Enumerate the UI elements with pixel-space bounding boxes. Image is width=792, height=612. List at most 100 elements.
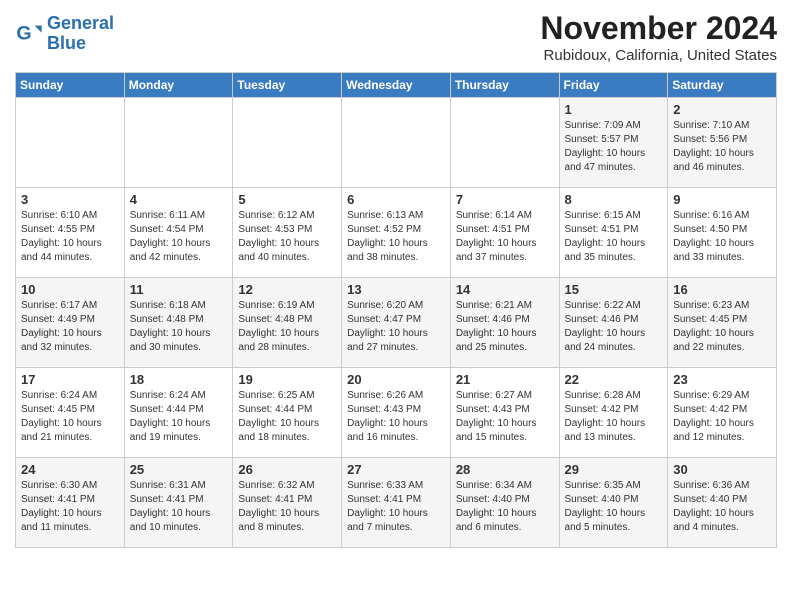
calendar-week: 10Sunrise: 6:17 AMSunset: 4:49 PMDayligh… bbox=[16, 278, 777, 368]
calendar-cell bbox=[16, 98, 125, 188]
day-number: 12 bbox=[238, 282, 336, 297]
calendar-cell: 26 Sunrise: 6:32 AMSunset: 4:41 PMDayligh… bbox=[233, 458, 342, 548]
day-number: 20 bbox=[347, 372, 445, 387]
page-header: G General Blue November 2024 Rubidoux, C… bbox=[15, 10, 777, 64]
calendar-body: 1Sunrise: 7:09 AMSunset: 5:57 PMDaylight… bbox=[16, 98, 777, 548]
cell-content: Sunrise: 6:36 AMSunset: 4:40 PMDaylight:… bbox=[673, 479, 771, 535]
calendar-cell: 22 Sunrise: 6:28 AMSunset: 4:42 PMDayligh… bbox=[559, 368, 668, 458]
calendar-cell: 10Sunrise: 6:17 AMSunset: 4:49 PMDayligh… bbox=[16, 278, 125, 368]
calendar-cell: 24 Sunrise: 6:30 AMSunset: 4:41 PMDayligh… bbox=[16, 458, 125, 548]
cell-content: Sunrise: 6:24 AMSunset: 4:44 PMDaylight:… bbox=[130, 389, 228, 445]
calendar-cell: 4 Sunrise: 6:11 AMSunset: 4:54 PMDaylight… bbox=[124, 188, 233, 278]
day-number: 30 bbox=[673, 462, 771, 477]
logo: G General Blue bbox=[15, 14, 114, 54]
day-header: Sunday bbox=[16, 73, 125, 98]
cell-content: Sunrise: 6:24 AMSunset: 4:45 PMDaylight:… bbox=[21, 389, 119, 445]
calendar-cell: 28 Sunrise: 6:34 AMSunset: 4:40 PMDayligh… bbox=[450, 458, 559, 548]
cell-content: Sunrise: 6:27 AMSunset: 4:43 PMDaylight:… bbox=[456, 389, 554, 445]
cell-content: Sunrise: 7:10 AMSunset: 5:56 PMDaylight:… bbox=[673, 119, 771, 175]
calendar-cell: 21 Sunrise: 6:27 AMSunset: 4:43 PMDayligh… bbox=[450, 368, 559, 458]
day-number: 7 bbox=[456, 192, 554, 207]
calendar-cell: 13 Sunrise: 6:20 AMSunset: 4:47 PMDayligh… bbox=[342, 278, 451, 368]
day-number: 10 bbox=[21, 282, 119, 297]
day-number: 25 bbox=[130, 462, 228, 477]
calendar-cell bbox=[233, 98, 342, 188]
day-number: 29 bbox=[565, 462, 663, 477]
calendar-week: 3 Sunrise: 6:10 AMSunset: 4:55 PMDaylight… bbox=[16, 188, 777, 278]
cell-content: Sunrise: 6:20 AMSunset: 4:47 PMDaylight:… bbox=[347, 299, 445, 355]
day-number: 15 bbox=[565, 282, 663, 297]
day-number: 22 bbox=[565, 372, 663, 387]
calendar-table: SundayMondayTuesdayWednesdayThursdayFrid… bbox=[15, 72, 777, 548]
calendar-cell: 16Sunrise: 6:23 AMSunset: 4:45 PMDayligh… bbox=[668, 278, 777, 368]
title-block: November 2024 Rubidoux, California, Unit… bbox=[540, 10, 777, 64]
cell-content: Sunrise: 6:33 AMSunset: 4:41 PMDaylight:… bbox=[347, 479, 445, 535]
calendar-cell: 6 Sunrise: 6:13 AMSunset: 4:52 PMDaylight… bbox=[342, 188, 451, 278]
day-number: 11 bbox=[130, 282, 228, 297]
calendar-cell: 23Sunrise: 6:29 AMSunset: 4:42 PMDayligh… bbox=[668, 368, 777, 458]
day-number: 14 bbox=[456, 282, 554, 297]
day-number: 4 bbox=[130, 192, 228, 207]
calendar-cell: 7 Sunrise: 6:14 AMSunset: 4:51 PMDaylight… bbox=[450, 188, 559, 278]
day-header: Friday bbox=[559, 73, 668, 98]
day-header: Thursday bbox=[450, 73, 559, 98]
calendar-header: SundayMondayTuesdayWednesdayThursdayFrid… bbox=[16, 73, 777, 98]
day-number: 9 bbox=[673, 192, 771, 207]
day-number: 8 bbox=[565, 192, 663, 207]
day-number: 3 bbox=[21, 192, 119, 207]
calendar-cell: 5 Sunrise: 6:12 AMSunset: 4:53 PMDaylight… bbox=[233, 188, 342, 278]
day-header: Tuesday bbox=[233, 73, 342, 98]
cell-content: Sunrise: 6:30 AMSunset: 4:41 PMDaylight:… bbox=[21, 479, 119, 535]
day-number: 28 bbox=[456, 462, 554, 477]
calendar-cell: 11Sunrise: 6:18 AMSunset: 4:48 PMDayligh… bbox=[124, 278, 233, 368]
calendar-cell: 14Sunrise: 6:21 AMSunset: 4:46 PMDayligh… bbox=[450, 278, 559, 368]
day-number: 19 bbox=[238, 372, 336, 387]
location: Rubidoux, California, United States bbox=[540, 47, 777, 64]
svg-text:G: G bbox=[16, 22, 31, 44]
calendar-cell: 25 Sunrise: 6:31 AMSunset: 4:41 PMDayligh… bbox=[124, 458, 233, 548]
calendar-cell: 15 Sunrise: 6:22 AMSunset: 4:46 PMDayligh… bbox=[559, 278, 668, 368]
calendar-week: 24 Sunrise: 6:30 AMSunset: 4:41 PMDayligh… bbox=[16, 458, 777, 548]
cell-content: Sunrise: 6:11 AMSunset: 4:54 PMDaylight:… bbox=[130, 209, 228, 265]
day-number: 17 bbox=[21, 372, 119, 387]
calendar-week: 17 Sunrise: 6:24 AMSunset: 4:45 PMDayligh… bbox=[16, 368, 777, 458]
day-number: 26 bbox=[238, 462, 336, 477]
day-header: Monday bbox=[124, 73, 233, 98]
cell-content: Sunrise: 7:09 AMSunset: 5:57 PMDaylight:… bbox=[565, 119, 663, 175]
cell-content: Sunrise: 6:25 AMSunset: 4:44 PMDaylight:… bbox=[238, 389, 336, 445]
calendar-week: 1Sunrise: 7:09 AMSunset: 5:57 PMDaylight… bbox=[16, 98, 777, 188]
month-title: November 2024 bbox=[540, 10, 777, 47]
cell-content: Sunrise: 6:22 AMSunset: 4:46 PMDaylight:… bbox=[565, 299, 663, 355]
cell-content: Sunrise: 6:15 AMSunset: 4:51 PMDaylight:… bbox=[565, 209, 663, 265]
cell-content: Sunrise: 6:12 AMSunset: 4:53 PMDaylight:… bbox=[238, 209, 336, 265]
cell-content: Sunrise: 6:13 AMSunset: 4:52 PMDaylight:… bbox=[347, 209, 445, 265]
calendar-cell: 27Sunrise: 6:33 AMSunset: 4:41 PMDayligh… bbox=[342, 458, 451, 548]
cell-content: Sunrise: 6:16 AMSunset: 4:50 PMDaylight:… bbox=[673, 209, 771, 265]
day-number: 5 bbox=[238, 192, 336, 207]
cell-content: Sunrise: 6:31 AMSunset: 4:41 PMDaylight:… bbox=[130, 479, 228, 535]
calendar-cell: 18Sunrise: 6:24 AMSunset: 4:44 PMDayligh… bbox=[124, 368, 233, 458]
day-header: Saturday bbox=[668, 73, 777, 98]
logo-text: General Blue bbox=[47, 14, 114, 54]
calendar-cell bbox=[450, 98, 559, 188]
calendar-cell: 2 Sunrise: 7:10 AMSunset: 5:56 PMDaylight… bbox=[668, 98, 777, 188]
calendar-cell: 29 Sunrise: 6:35 AMSunset: 4:40 PMDayligh… bbox=[559, 458, 668, 548]
cell-content: Sunrise: 6:10 AMSunset: 4:55 PMDaylight:… bbox=[21, 209, 119, 265]
calendar-cell: 17 Sunrise: 6:24 AMSunset: 4:45 PMDayligh… bbox=[16, 368, 125, 458]
cell-content: Sunrise: 6:28 AMSunset: 4:42 PMDaylight:… bbox=[565, 389, 663, 445]
day-number: 2 bbox=[673, 102, 771, 117]
calendar-cell: 19 Sunrise: 6:25 AMSunset: 4:44 PMDayligh… bbox=[233, 368, 342, 458]
cell-content: Sunrise: 6:35 AMSunset: 4:40 PMDaylight:… bbox=[565, 479, 663, 535]
day-number: 6 bbox=[347, 192, 445, 207]
calendar-cell bbox=[124, 98, 233, 188]
cell-content: Sunrise: 6:34 AMSunset: 4:40 PMDaylight:… bbox=[456, 479, 554, 535]
calendar-cell: 12 Sunrise: 6:19 AMSunset: 4:48 PMDayligh… bbox=[233, 278, 342, 368]
day-number: 24 bbox=[21, 462, 119, 477]
cell-content: Sunrise: 6:26 AMSunset: 4:43 PMDaylight:… bbox=[347, 389, 445, 445]
day-number: 21 bbox=[456, 372, 554, 387]
day-number: 13 bbox=[347, 282, 445, 297]
cell-content: Sunrise: 6:14 AMSunset: 4:51 PMDaylight:… bbox=[456, 209, 554, 265]
cell-content: Sunrise: 6:32 AMSunset: 4:41 PMDaylight:… bbox=[238, 479, 336, 535]
cell-content: Sunrise: 6:19 AMSunset: 4:48 PMDaylight:… bbox=[238, 299, 336, 355]
day-number: 23 bbox=[673, 372, 771, 387]
